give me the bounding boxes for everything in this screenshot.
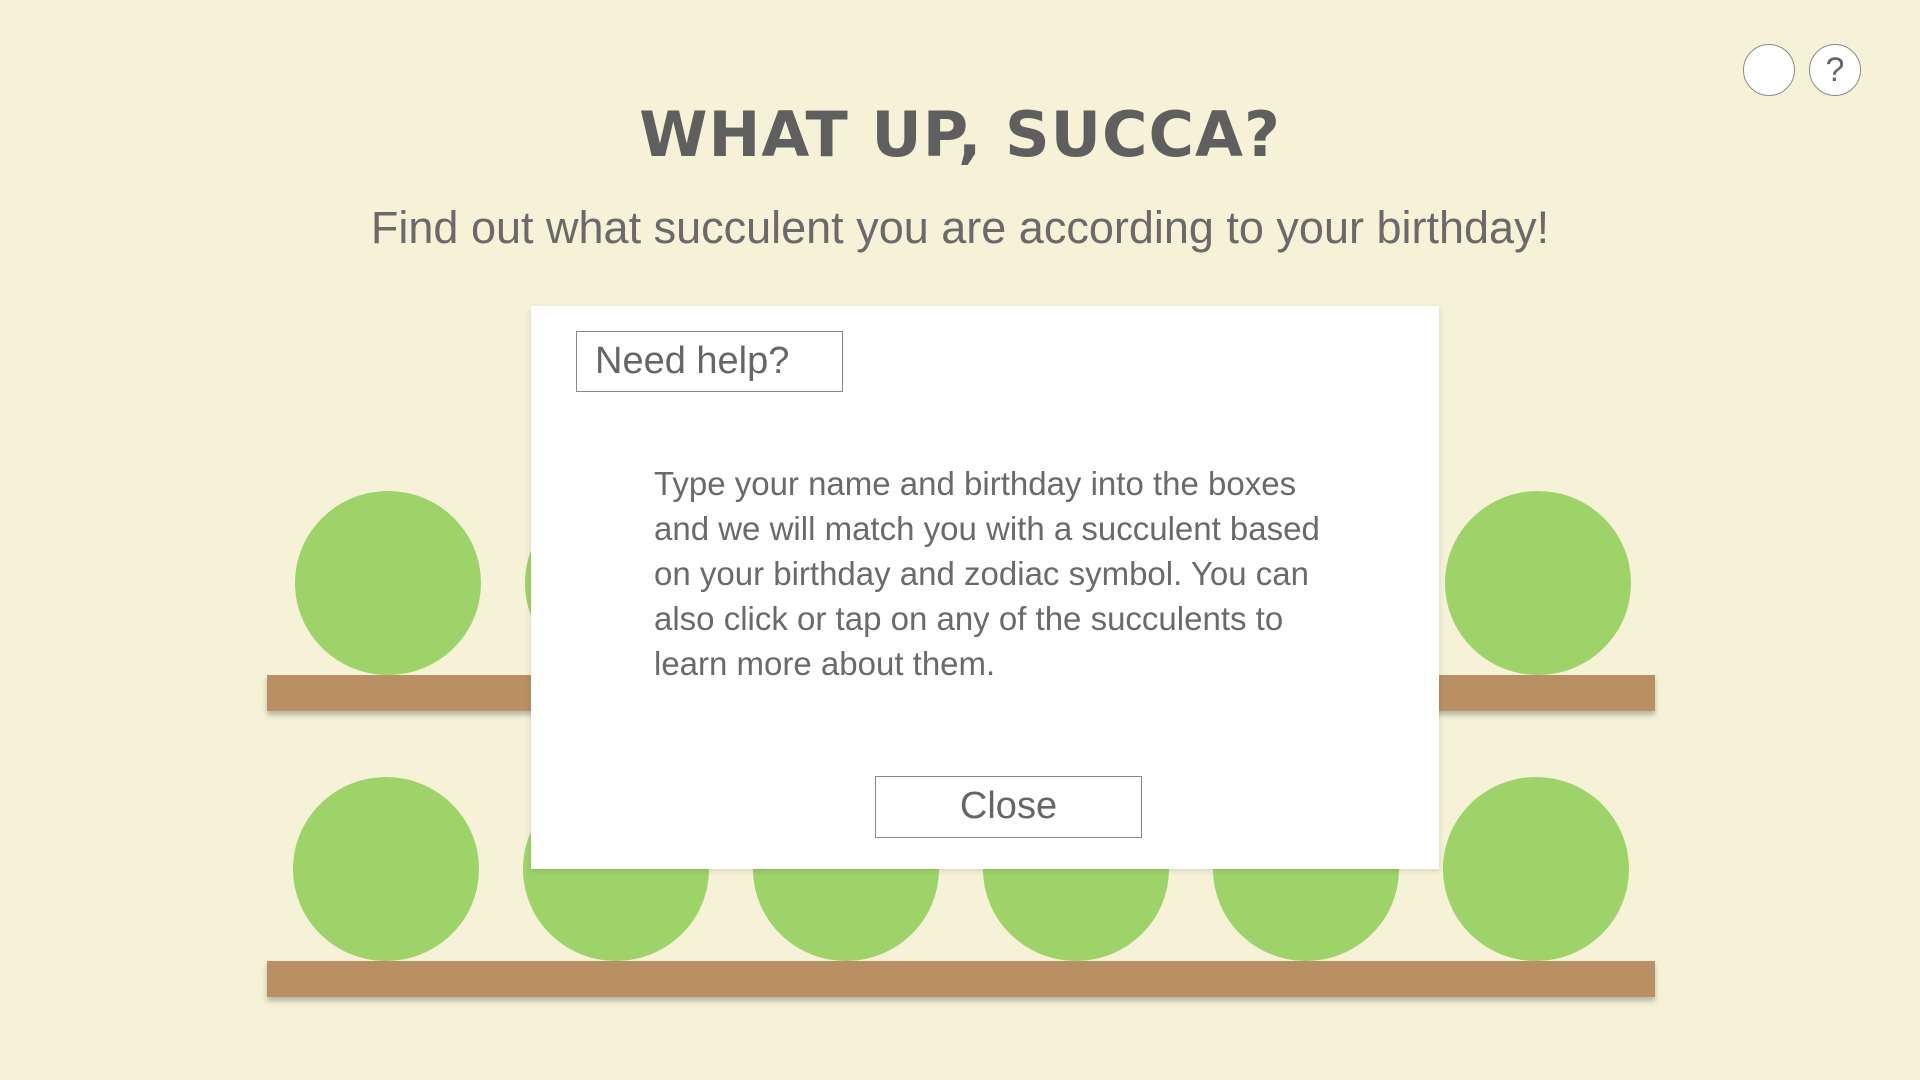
close-button[interactable]: Close [875, 776, 1142, 838]
app-page: ? WHAT UP, SUCCA? Find out what succulen… [0, 0, 1920, 1080]
help-modal: Need help? Type your name and birthday i… [531, 306, 1439, 869]
succulent-top-6[interactable] [1445, 491, 1631, 675]
modal-heading: Need help? [576, 331, 843, 392]
page-title: WHAT UP, SUCCA? [639, 98, 1281, 171]
top-controls: ? [1743, 44, 1861, 96]
succulent-top-1[interactable] [295, 491, 481, 675]
shelf-bottom [267, 961, 1655, 997]
help-button[interactable]: ? [1809, 44, 1861, 96]
succulent-bottom-1[interactable] [293, 777, 479, 961]
page-subtitle: Find out what succulent you are accordin… [370, 202, 1550, 253]
modal-body-text: Type your name and birthday into the box… [654, 465, 1320, 682]
blank-circle-button[interactable] [1743, 44, 1795, 96]
succulent-bottom-6[interactable] [1443, 777, 1629, 961]
